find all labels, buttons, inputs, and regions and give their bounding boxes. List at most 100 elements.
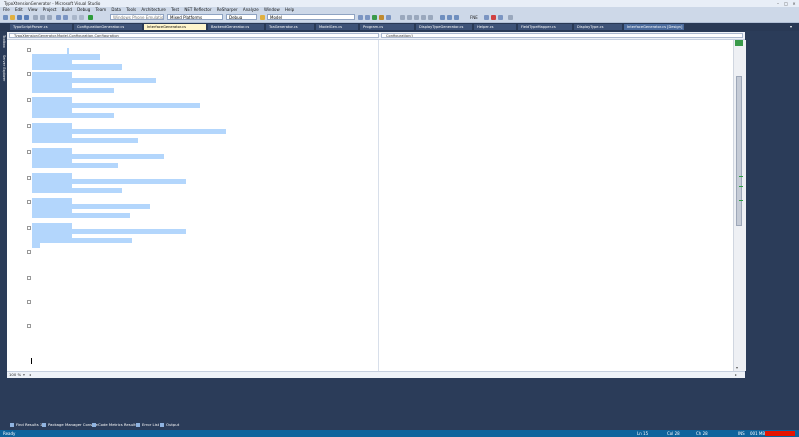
vertical-scrollbar[interactable]: ▾ — [733, 40, 746, 371]
toolbar-overflow-icon[interactable] — [508, 15, 513, 20]
deploy-target-combo[interactable]: Windows Phone Emulation — [110, 14, 164, 20]
toolbox-tab[interactable]: Toolbox — [1, 35, 6, 48]
tab-display-type[interactable]: DisplayType.cs — [574, 24, 622, 30]
open-file-icon[interactable] — [10, 15, 15, 20]
resharper-icon[interactable] — [491, 15, 496, 20]
tab-field-type-mapper[interactable]: FieldTypeMapper.cs — [518, 24, 572, 30]
outline-marker[interactable] — [27, 72, 31, 76]
menu-analyze[interactable]: Analyze — [243, 7, 259, 12]
start-page-icon[interactable] — [386, 15, 391, 20]
redo-icon[interactable] — [63, 15, 68, 20]
tab-error-list[interactable]: Error List — [136, 422, 159, 428]
code-editor[interactable]: ▾ — [7, 40, 746, 371]
menu-debug[interactable]: Debug — [77, 7, 90, 12]
undo-icon[interactable] — [56, 15, 61, 20]
outline-marker[interactable] — [27, 300, 31, 304]
find-combo[interactable]: Model — [267, 14, 355, 20]
scrollbar-thumb[interactable] — [736, 76, 742, 226]
tab-model-gen[interactable]: ModelGen.cs — [316, 24, 358, 30]
standard-toolbar: Windows Phone Emulation Mixed Platforms … — [0, 13, 799, 23]
outline-marker[interactable] — [27, 48, 31, 52]
prev-bookmark-icon[interactable] — [421, 15, 426, 20]
start-debugging-icon[interactable] — [88, 15, 93, 20]
tab-package-manager-console[interactable]: Package Manager Console — [42, 422, 98, 428]
zoom-level[interactable]: 100 % — [9, 372, 21, 377]
type-dropdown[interactable]: TypoXtensionGenerator.Model.Configuratio… — [9, 33, 379, 38]
menu-build[interactable]: Build — [62, 7, 72, 12]
paste-icon[interactable] — [47, 15, 52, 20]
outline-marker[interactable] — [27, 98, 31, 102]
outline-marker[interactable] — [27, 124, 31, 128]
outline-marker[interactable] — [27, 276, 31, 280]
maximize-icon[interactable]: □ — [782, 1, 790, 6]
navigate-back-icon[interactable] — [72, 15, 77, 20]
menu-team[interactable]: Team — [96, 7, 107, 12]
find-in-files-icon[interactable] — [260, 15, 265, 20]
debug-step-out-icon[interactable] — [454, 15, 459, 20]
menu-data[interactable]: Data — [111, 7, 121, 12]
object-browser-icon[interactable] — [372, 15, 377, 20]
tab-interface-generator[interactable]: InterfaceGenerator.cs — [144, 24, 206, 30]
menu-view[interactable]: View — [28, 7, 38, 12]
scroll-split-handle-icon[interactable] — [735, 40, 743, 46]
editor-split-divider[interactable] — [378, 40, 379, 371]
menu-tools[interactable]: Tools — [126, 7, 136, 12]
cut-icon[interactable] — [33, 15, 38, 20]
tab-display-type-generator[interactable]: DisplayTypeGenerator.cs — [416, 24, 472, 30]
outline-marker[interactable] — [27, 250, 31, 254]
menu-edit[interactable]: Edit — [15, 7, 23, 12]
toolbox-icon[interactable] — [379, 15, 384, 20]
tab-interface-generator-design[interactable]: InterfaceGenerator.cs [Design] — [624, 24, 684, 30]
minimize-icon[interactable]: – — [774, 1, 782, 6]
debug-step-over-icon[interactable] — [447, 15, 452, 20]
tab-find-results[interactable]: Find Results 1 — [10, 422, 42, 428]
menu-project[interactable]: Project — [43, 7, 57, 12]
layout-icon[interactable] — [498, 15, 503, 20]
scroll-right-icon[interactable]: ▸ — [735, 372, 737, 377]
uncomment-icon[interactable] — [407, 15, 412, 20]
tab-output[interactable]: Output — [160, 422, 179, 428]
tab-code-metrics[interactable]: Code Metrics Results — [92, 422, 138, 428]
outline-marker[interactable] — [27, 324, 31, 328]
debug-step-icon[interactable] — [440, 15, 445, 20]
solution-explorer-icon[interactable] — [358, 15, 363, 20]
menu-file[interactable]: File — [3, 7, 10, 12]
next-bookmark-icon[interactable] — [428, 15, 433, 20]
bookmark-icon[interactable] — [414, 15, 419, 20]
menu-net-reflector[interactable]: NET Reflector — [184, 7, 211, 12]
zoom-dropdown-icon[interactable]: ▾ — [23, 372, 25, 377]
new-project-icon[interactable] — [3, 15, 8, 20]
scroll-left-icon[interactable]: ◂ — [29, 372, 31, 377]
tab-dropdown-icon[interactable]: ▾ — [790, 24, 796, 30]
member-dropdown[interactable]: Configuration() — [381, 33, 743, 38]
scroll-down-icon[interactable]: ▾ — [736, 365, 738, 370]
solution-platform-combo[interactable]: Mixed Platforms — [167, 14, 223, 20]
close-icon[interactable]: × — [790, 1, 798, 6]
outline-marker[interactable] — [27, 200, 31, 204]
menu-architecture[interactable]: Architecture — [141, 7, 166, 12]
save-all-icon[interactable] — [24, 15, 29, 20]
resharper-status-indicator[interactable] — [765, 431, 795, 436]
tab-backend-generator[interactable]: BackendGenerator.cs — [208, 24, 264, 30]
tab-typoscript-parser[interactable]: TypoScriptParser.cs — [10, 24, 72, 30]
outline-marker[interactable] — [27, 150, 31, 154]
tab-program[interactable]: Program.cs — [360, 24, 414, 30]
server-explorer-tab[interactable]: Server Explorer — [1, 55, 6, 81]
menu-test[interactable]: Test — [171, 7, 179, 12]
menu-window[interactable]: Window — [264, 7, 280, 12]
properties-icon[interactable] — [365, 15, 370, 20]
copy-icon[interactable] — [40, 15, 45, 20]
outline-marker[interactable] — [27, 176, 31, 180]
comment-icon[interactable] — [400, 15, 405, 20]
navigation-bar: TypoXtensionGenerator.Model.Configuratio… — [7, 32, 745, 40]
tab-helper[interactable]: Helper.cs — [474, 24, 516, 30]
tab-configuration-generator[interactable]: ConfigurationGenerator.cs — [74, 24, 142, 30]
format-icon[interactable] — [484, 15, 489, 20]
navigate-forward-icon[interactable] — [79, 15, 84, 20]
outline-marker[interactable] — [27, 226, 31, 230]
solution-config-combo[interactable]: Debug — [226, 14, 257, 20]
save-icon[interactable] — [17, 15, 22, 20]
tab-tca-generator[interactable]: TcaGenerator.cs — [266, 24, 314, 30]
menu-help[interactable]: Help — [285, 7, 294, 12]
menu-resharper[interactable]: ReSharper — [217, 7, 238, 12]
